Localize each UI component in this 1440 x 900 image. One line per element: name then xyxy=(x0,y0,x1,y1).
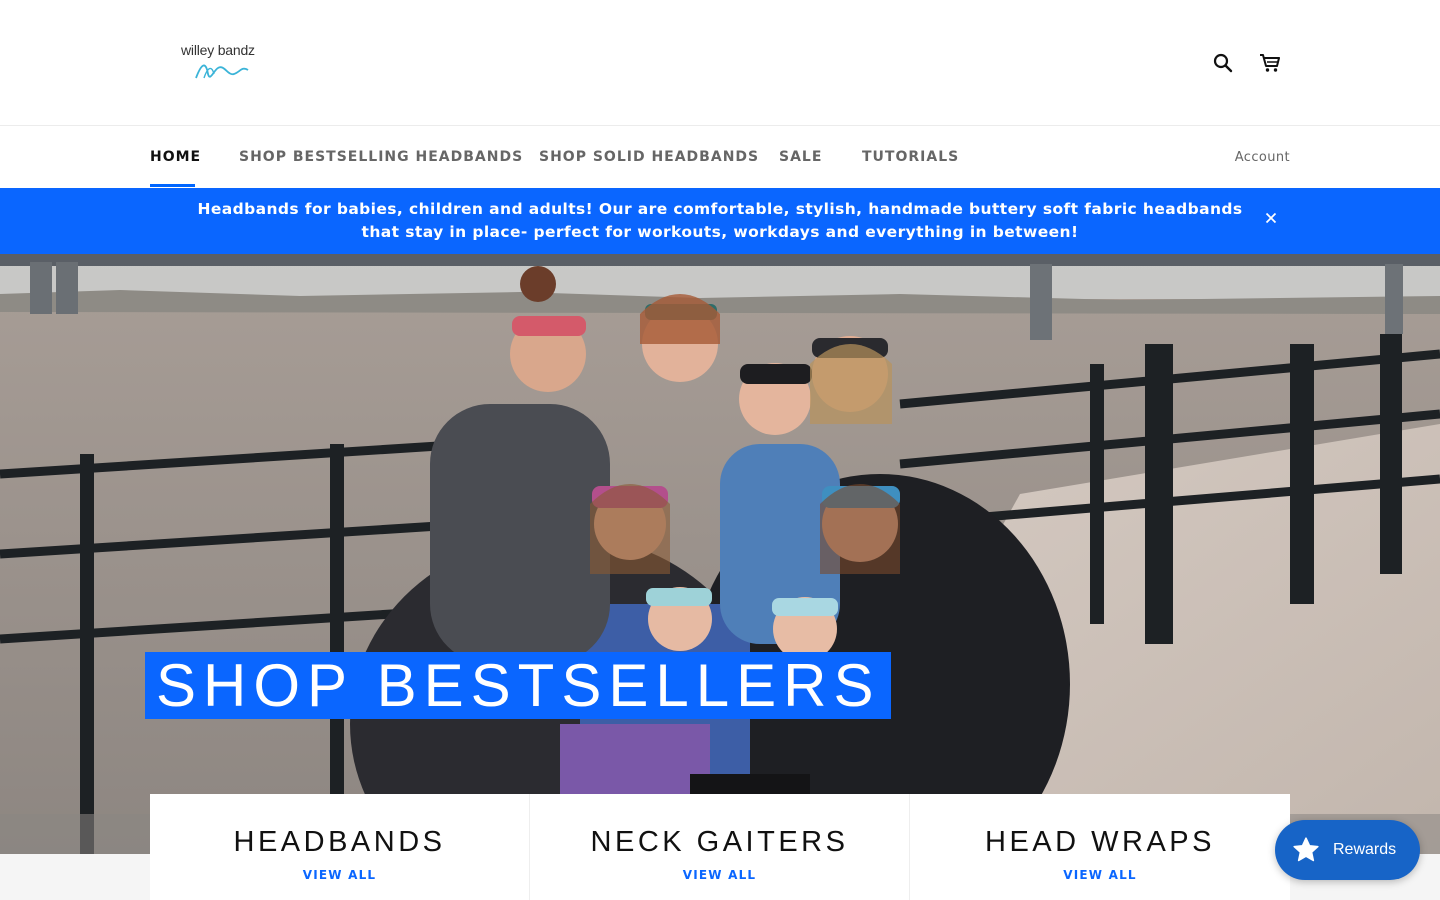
rewards-button[interactable]: Rewards xyxy=(1275,820,1420,880)
collection-title: HEAD WRAPS xyxy=(985,826,1215,858)
logo-text: willey bandz xyxy=(181,42,255,58)
hero-title[interactable]: SHOP BESTSELLERS xyxy=(145,652,892,719)
hero-banner[interactable]: SHOP BESTSELLERS xyxy=(0,254,1440,854)
site-header: willey bandz xyxy=(0,0,1440,126)
collection-card-neck-gaiters[interactable]: NECK GAITERS VIEW ALL xyxy=(530,794,910,900)
star-icon xyxy=(1293,837,1319,862)
close-icon[interactable] xyxy=(1262,209,1280,227)
cart-icon[interactable] xyxy=(1257,50,1283,76)
nav-item-home[interactable]: HOME xyxy=(150,149,201,165)
main-nav: HOME SHOP BESTSELLING HEADBANDS SHOP SOL… xyxy=(0,126,1440,188)
announcement-text: Headbands for babies, children and adult… xyxy=(197,200,1243,241)
nav-item-tutorials[interactable]: TUTORIALS xyxy=(862,149,959,165)
rewards-label: Rewards xyxy=(1333,841,1397,858)
view-all-link[interactable]: VIEW ALL xyxy=(150,868,529,882)
nav-item-sale[interactable]: SALE xyxy=(779,149,822,165)
logo[interactable]: willey bandz xyxy=(176,40,266,88)
nav-item-shop-bestselling[interactable]: SHOP BESTSELLING HEADBANDS xyxy=(239,149,523,165)
account-link[interactable]: Account xyxy=(1235,150,1290,165)
nav-active-indicator xyxy=(150,184,195,187)
nav-item-shop-solid[interactable]: SHOP SOLID HEADBANDS xyxy=(539,149,759,165)
logo-wave-icon xyxy=(195,64,249,79)
view-all-link[interactable]: VIEW ALL xyxy=(910,868,1290,882)
announcement-bar: Headbands for babies, children and adult… xyxy=(0,188,1440,254)
hero-image xyxy=(0,254,1440,854)
view-all-link[interactable]: VIEW ALL xyxy=(530,868,909,882)
collection-title: HEADBANDS xyxy=(233,826,446,858)
search-icon[interactable] xyxy=(1210,50,1236,76)
collection-card-head-wraps[interactable]: HEAD WRAPS VIEW ALL xyxy=(910,794,1290,900)
collection-cards: HEADBANDS VIEW ALL NECK GAITERS VIEW ALL… xyxy=(150,794,1290,900)
collection-card-headbands[interactable]: HEADBANDS VIEW ALL xyxy=(150,794,530,900)
collection-title: NECK GAITERS xyxy=(590,826,849,858)
